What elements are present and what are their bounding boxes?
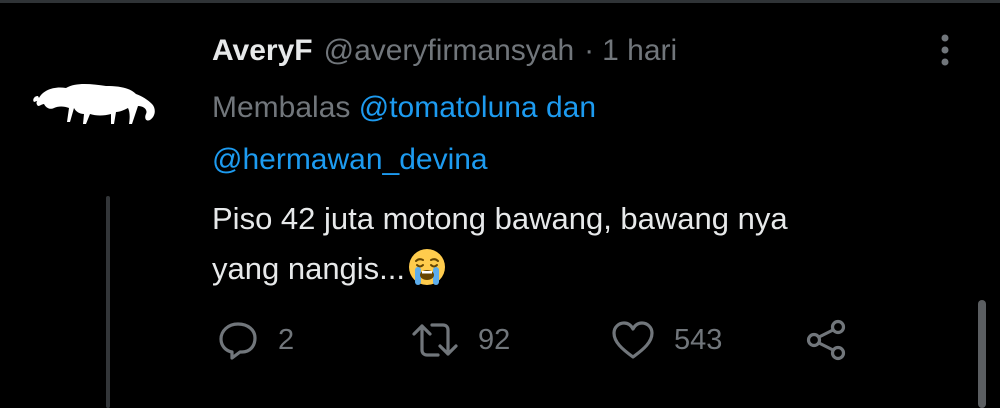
tweet[interactable]: AveryF @averyfirmansyah · 1 hari Membala… <box>212 28 972 294</box>
tweet-header: AveryF @averyfirmansyah · 1 hari <box>212 28 972 74</box>
share-icon <box>806 319 846 361</box>
tweet-text-line-2: yang nangis... <box>212 251 406 286</box>
avatar[interactable] <box>32 60 160 140</box>
action-bar: 2 92 543 <box>212 314 912 366</box>
share-button[interactable] <box>804 314 848 366</box>
retweet-count: 92 <box>478 323 511 356</box>
mention-tomatoluna[interactable]: @tomatoluna <box>359 91 538 124</box>
retweet-button[interactable]: 92 <box>410 314 510 366</box>
tweet-text: Piso 42 juta motong bawang, bawang nya y… <box>212 194 942 294</box>
like-button[interactable]: 543 <box>610 314 722 366</box>
user-handle[interactable]: @averyfirmansyah <box>324 28 575 74</box>
like-count: 543 <box>674 323 723 356</box>
display-name[interactable]: AveryF <box>212 28 313 74</box>
retweet-icon <box>412 323 458 357</box>
top-divider <box>0 0 1000 3</box>
scrollbar[interactable] <box>978 300 986 408</box>
tweet-text-line-1: Piso 42 juta motong bawang, bawang nya <box>212 201 788 236</box>
replying-joiner[interactable]: dan <box>546 91 596 124</box>
loudly-crying-face-icon <box>409 249 446 285</box>
thread-line <box>106 196 110 408</box>
timestamp[interactable]: 1 hari <box>602 28 677 74</box>
reply-button[interactable]: 2 <box>216 314 294 366</box>
mention-hermawan-devina[interactable]: @hermawan_devina <box>212 143 488 176</box>
separator-dot: · <box>584 34 595 67</box>
reply-count: 2 <box>278 323 295 356</box>
horse-avatar-icon <box>33 84 155 124</box>
more-options-icon[interactable] <box>930 30 960 70</box>
replying-prefix: Membalas <box>212 91 351 124</box>
reply-icon <box>219 322 257 360</box>
replying-to: Membalas @tomatoluna dan @hermawan_devin… <box>212 82 732 186</box>
heart-icon <box>612 321 654 359</box>
